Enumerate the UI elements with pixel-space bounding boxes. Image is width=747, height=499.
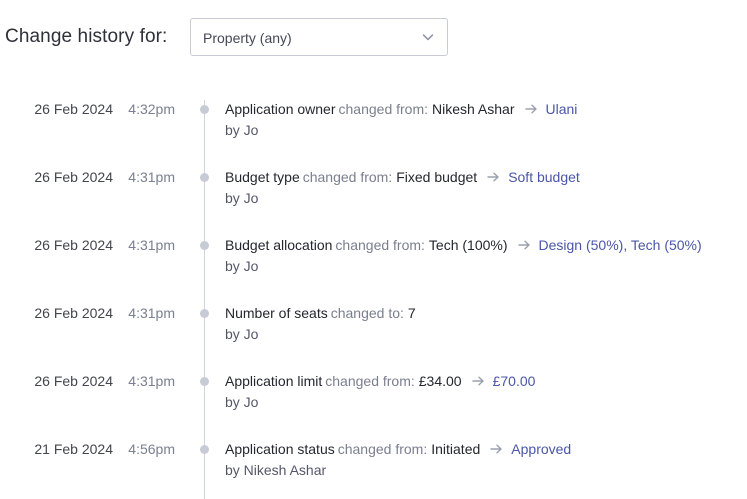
entry-date: 26 Feb 2024 — [34, 101, 113, 117]
entry-date: 21 Feb 2024 — [34, 441, 113, 457]
change-description: Budget allocation changed from: Tech (100%… — [225, 237, 702, 253]
timeline-dot — [200, 309, 209, 318]
changed-property: Budget allocation — [225, 237, 333, 253]
arrow-right-icon — [471, 376, 484, 386]
timeline-dot — [200, 173, 209, 182]
changed-property: Application limit — [225, 373, 323, 389]
new-value: Soft budget — [508, 169, 580, 185]
entry-time: 4:31pm — [128, 237, 175, 253]
change-description: Budget type changed from: Fixed budget Soft… — [225, 169, 580, 185]
change-description: Number of seats changed to: 7 — [225, 305, 416, 321]
timeline-dot — [200, 241, 209, 250]
new-value: Design (50%), Tech (50%) — [538, 237, 702, 253]
changed-property: Budget type — [225, 169, 300, 185]
entry-date: 26 Feb 2024 — [34, 237, 113, 253]
change-verb: changed to: — [330, 305, 404, 321]
arrow-right-icon — [487, 172, 499, 182]
changed-property: Application owner — [225, 101, 336, 117]
chevron-down-icon[interactable] — [422, 32, 434, 42]
entry-date: 26 Feb 2024 — [34, 169, 113, 185]
history-entry: 26 Feb 2024 4:31pm Number of seats changed … — [0, 305, 747, 355]
change-description: Application owner changed from: Nikesh Ash… — [225, 101, 577, 117]
arrow-right-icon — [524, 104, 537, 114]
changed-property: Number of seats — [225, 305, 328, 321]
entry-time: 4:31pm — [128, 305, 175, 321]
changed-by: by Jo — [225, 326, 259, 342]
entry-date: 26 Feb 2024 — [34, 305, 113, 321]
timeline-dot — [200, 377, 209, 386]
change-description: Application limit changed from: £34.00 £70.… — [225, 373, 535, 389]
old-value: £34.00 — [418, 373, 462, 389]
entry-time: 4:31pm — [128, 373, 175, 389]
changed-by: by Nikesh Ashar — [225, 462, 327, 478]
changed-by: by Jo — [225, 122, 259, 138]
property-filter-select[interactable]: Property (any) — [190, 18, 448, 56]
change-verb: changed from: — [325, 373, 415, 389]
changed-by: by Jo — [225, 394, 259, 410]
change-description: Application status changed from: Initiated… — [225, 441, 571, 457]
history-entry: 26 Feb 2024 4:31pm Budget allocation change… — [0, 237, 747, 287]
change-verb: changed from: — [337, 441, 428, 457]
timeline-line — [204, 100, 205, 499]
arrow-right-icon — [490, 444, 502, 454]
new-value: Approved — [511, 441, 572, 457]
entry-time: 4:56pm — [128, 441, 175, 457]
filter-label: Change history for: — [5, 26, 168, 47]
history-entry: 26 Feb 2024 4:31pm Budget type changed from… — [0, 169, 747, 219]
arrow-right-icon — [517, 240, 530, 250]
changed-property: Application status — [225, 441, 335, 457]
changed-by: by Jo — [225, 190, 259, 206]
old-value: 7 — [407, 305, 416, 321]
changed-by: by Jo — [225, 258, 259, 274]
history-entry: 26 Feb 2024 4:32pm Application owner change… — [0, 101, 747, 151]
old-value: Nikesh Ashar — [432, 101, 515, 117]
old-value: Initiated — [431, 441, 481, 457]
old-value: Tech (100%) — [428, 237, 508, 253]
timeline-dot — [200, 105, 209, 114]
change-history-panel: Change history for: Property (any) 26 Fe… — [0, 0, 747, 499]
change-verb: changed from: — [335, 237, 425, 253]
new-value: £70.00 — [492, 373, 536, 389]
entry-time: 4:31pm — [128, 169, 175, 185]
entry-time: 4:32pm — [128, 101, 175, 117]
history-entry: 21 Feb 2024 4:56pm Application status chang… — [0, 441, 747, 491]
change-verb: changed from: — [338, 101, 429, 117]
old-value: Fixed budget — [396, 169, 478, 185]
new-value: Ulani — [545, 101, 578, 117]
change-verb: changed from: — [302, 169, 393, 185]
history-entry: 26 Feb 2024 4:31pm Application limit change… — [0, 373, 747, 423]
entry-date: 26 Feb 2024 — [34, 373, 113, 389]
property-filter-value: Property (any) — [203, 30, 292, 46]
timeline-dot — [200, 445, 209, 454]
